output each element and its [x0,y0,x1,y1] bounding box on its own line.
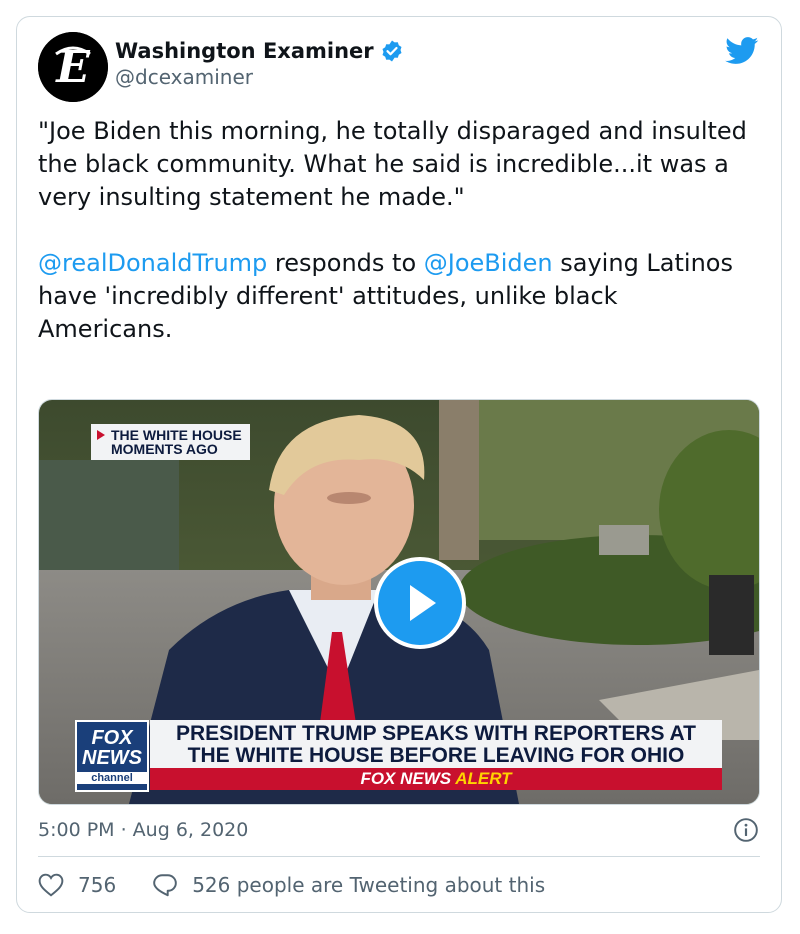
play-button[interactable] [374,557,466,649]
fox-logo-line-1: FOX [91,727,133,749]
video-locator-caption: THE WHITE HOUSE MOMENTS AGO [91,424,250,460]
like-button[interactable]: 756 [38,873,116,897]
author-block[interactable]: Washington Examiner @dcexaminer [115,39,404,89]
mention-realdonaldtrump-link[interactable]: @realDonaldTrump [38,249,267,277]
tweet-body-text: responds to [267,249,424,277]
info-icon[interactable] [733,817,759,843]
locator-line-1: THE WHITE HOUSE [111,427,242,443]
locator-line-2: MOMENTS AGO [111,441,218,457]
twitter-bird-icon[interactable] [725,37,759,65]
washington-examiner-logo-icon: E [38,32,108,102]
author-name[interactable]: Washington Examiner [115,39,374,63]
verified-badge-icon [382,40,402,62]
banner-line-1: PRESIDENT TRUMP SPEAKS WITH REPORTERS AT [176,722,696,745]
like-count: 756 [78,873,117,897]
tweet-text: "Joe Biden this morning, he totally disp… [38,115,758,346]
banner-line-2: THE WHITE HOUSE BEFORE LEAVING FOR OHIO [187,744,685,767]
tweet-body: @realDonaldTrump responds to @JoeBiden s… [38,247,758,346]
video-player[interactable]: THE WHITE HOUSE MOMENTS AGO FOX NEWS cha… [38,399,760,805]
tweet-timestamp[interactable]: 5:00 PM · Aug 6, 2020 [38,819,248,841]
speech-bubble-icon [153,874,177,897]
locator-triangle-icon [97,430,105,440]
avatar[interactable]: E [38,32,108,102]
alert-brand: FOX NEWS [360,769,452,788]
tweeting-about-text: 526 people are Tweeting about this [192,873,546,897]
tweet-quote: "Joe Biden this morning, he totally disp… [38,117,747,211]
fox-news-logo: FOX NEWS channel [75,720,149,792]
tweet-card: E Washington Examiner @dcexaminer "Joe B… [16,16,782,913]
heart-icon [38,873,64,897]
fox-news-alert-bar: FOX NEWS ALERT [150,768,722,790]
fox-logo-line-2: NEWS [82,747,142,769]
video-headline-banner: PRESIDENT TRUMP SPEAKS WITH REPORTERS AT… [150,720,722,768]
mention-joebiden-link[interactable]: @JoeBiden [424,249,553,277]
tweet-actions: 756 526 people are Tweeting about this [38,873,545,897]
fox-logo-line-3: channel [77,772,147,784]
divider [38,856,760,857]
alert-word: ALERT [455,769,512,788]
play-icon [410,585,436,621]
reply-conversation-button[interactable]: 526 people are Tweeting about this [152,873,545,897]
author-handle[interactable]: @dcexaminer [115,65,404,89]
